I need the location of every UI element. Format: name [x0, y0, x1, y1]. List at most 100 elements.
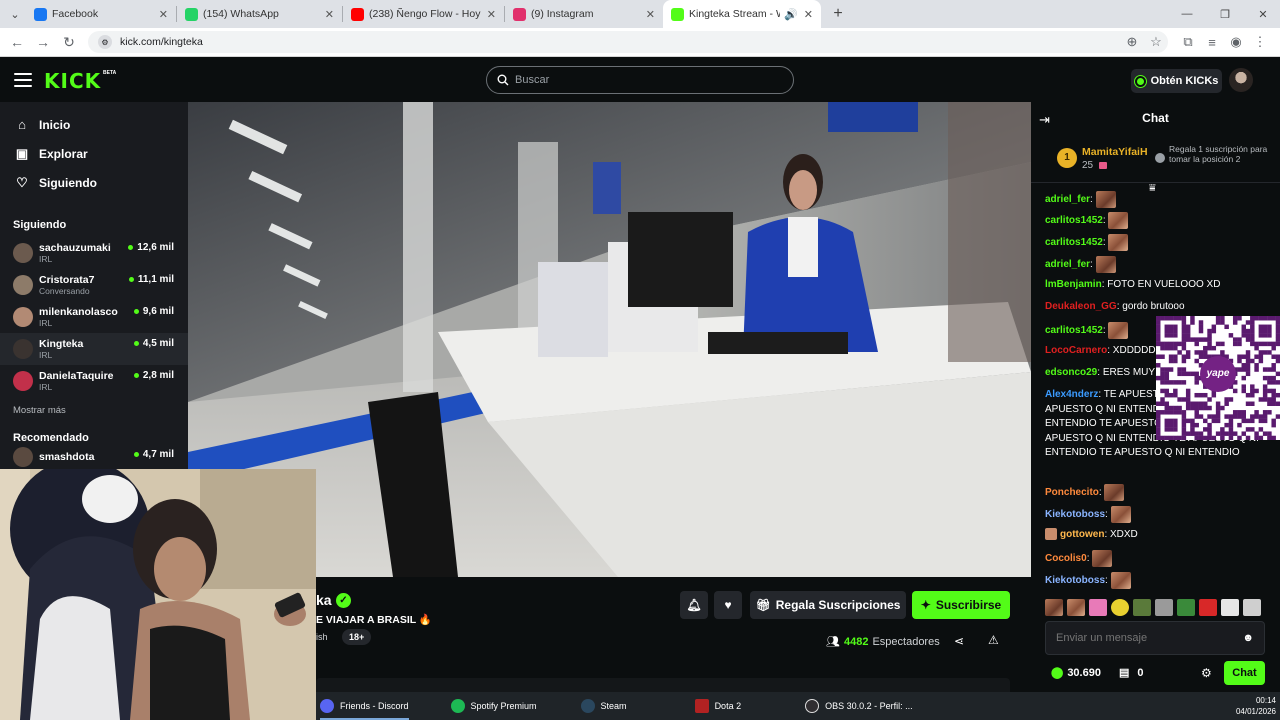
window-close-icon[interactable]: ✕	[1246, 3, 1280, 25]
maximize-icon[interactable]: ❐	[1208, 3, 1242, 25]
qr-module	[1232, 320, 1238, 325]
emote-button[interactable]	[1155, 599, 1173, 616]
report-icon[interactable]: ⚠	[988, 633, 999, 647]
forward-icon[interactable]: →	[30, 34, 56, 50]
emote-button[interactable]	[1133, 599, 1151, 616]
chat-input[interactable]	[1056, 632, 1243, 644]
site-info-icon[interactable]: ⚙	[98, 35, 112, 49]
emote-button[interactable]	[1089, 599, 1107, 616]
following-channel-selected[interactable]: Kingteka IRL 4,5 mil	[0, 333, 188, 365]
qr-module	[1211, 414, 1217, 419]
profile-icon[interactable]: ◉	[1224, 34, 1248, 50]
emote-button[interactable]	[1243, 599, 1261, 616]
chat-username[interactable]: gottowen	[1060, 529, 1104, 540]
emote-button[interactable]	[1067, 599, 1085, 616]
chat-username[interactable]: Alex4nderz	[1045, 389, 1098, 400]
gift-count[interactable]: ▤ 0	[1119, 666, 1144, 680]
channel-name-partial[interactable]: ka	[316, 592, 332, 608]
following-channel[interactable]: Cristorata7 Conversando 11,1 mil	[0, 269, 188, 301]
close-icon[interactable]: ✕	[487, 8, 496, 21]
following-channel[interactable]: DanielaTaquire IRL 2,8 mil	[0, 365, 188, 397]
category-tag[interactable]: ish	[316, 632, 328, 642]
close-icon[interactable]: ✕	[804, 8, 813, 21]
following-channel[interactable]: milenkanolasco IRL 9,6 mil	[0, 301, 188, 333]
chat-username[interactable]: LocoCarnero	[1045, 345, 1107, 356]
kick-logo[interactable]: KICK	[44, 69, 101, 93]
taskbar-item-discord[interactable]: Friends - Discord	[320, 692, 409, 720]
taskbar-item-obs[interactable]: OBS 30.0.2 - Perfil: ...	[805, 692, 913, 720]
emote-button[interactable]	[1177, 599, 1195, 616]
notification-bell-button[interactable]: 🔔︎	[680, 591, 708, 619]
chat-input-box[interactable]: ☻	[1045, 621, 1265, 655]
qr-module	[1190, 401, 1195, 406]
chat-username[interactable]: Deukaleon_GG	[1045, 301, 1117, 312]
get-kicks-button[interactable]: Obtén KICKs	[1131, 69, 1222, 93]
sidebar-item-explorar[interactable]: ▣ Explorar	[0, 139, 188, 168]
tab-instagram[interactable]: (9) Instagram ✕	[505, 0, 663, 28]
url-field[interactable]: ⚙ kick.com/kingteka ⊕ ☆	[88, 31, 1168, 53]
emoji-icon[interactable]: ☻	[1242, 632, 1254, 644]
chat-username[interactable]: edsonco29	[1045, 367, 1097, 378]
extensions-icon[interactable]: ⧉	[1176, 34, 1200, 50]
emote-button[interactable]	[1045, 599, 1063, 616]
chat-username[interactable]: adriel_fer	[1045, 259, 1090, 270]
qr-module	[1250, 320, 1255, 325]
tab-youtube[interactable]: (238) Ñengo Flow - Hoy ft. Bad ✕	[343, 0, 504, 28]
subscribe-button[interactable]: ✦ Suscribirse	[912, 591, 1010, 619]
chat-username[interactable]: carlitos1452	[1045, 237, 1103, 248]
tab-facebook[interactable]: Facebook ✕	[26, 0, 176, 28]
viewer-count: 4482	[843, 635, 869, 648]
age-tag[interactable]: 18+	[342, 629, 372, 645]
follow-button[interactable]: ♥	[714, 591, 742, 619]
chat-username[interactable]: Kiekotoboss	[1045, 575, 1105, 586]
emote-button[interactable]	[1199, 599, 1217, 616]
chat-username[interactable]: Cocolis0	[1045, 553, 1087, 564]
reload-icon[interactable]: ↻	[56, 34, 82, 51]
qr-module	[1232, 410, 1238, 415]
tab-search-icon[interactable]: ⌄	[4, 3, 26, 25]
search-box[interactable]	[486, 66, 794, 94]
close-icon[interactable]: ✕	[325, 8, 334, 21]
taskbar-item-steam[interactable]: Steam	[580, 692, 627, 720]
chat-username[interactable]: adriel_fer	[1045, 194, 1090, 205]
user-avatar[interactable]	[1229, 68, 1253, 92]
top-gifter-name[interactable]: MamitaYifaiH	[1082, 146, 1148, 158]
recommended-channel[interactable]: smashdota 4,7 mil	[0, 444, 188, 470]
kicks-balance[interactable]: ⬤ 30.690	[1051, 666, 1101, 680]
speaker-icon[interactable]: 🔊	[784, 8, 798, 21]
back-icon[interactable]: ←	[4, 34, 30, 50]
share-icon[interactable]: ⋖	[954, 634, 964, 648]
new-tab-icon[interactable]: +	[827, 3, 849, 25]
tab-kick-active[interactable]: Kingteka Stream - Watch Li 🔊 ✕	[663, 0, 821, 28]
tab-whatsapp[interactable]: (154) WhatsApp ✕	[177, 0, 342, 28]
zoom-icon[interactable]: ⊕	[1120, 34, 1144, 50]
show-more-link[interactable]: Mostrar más	[0, 405, 188, 416]
chat-username[interactable]: lmBenjamin	[1045, 279, 1102, 290]
sidebar-item-siguiendo[interactable]: ♡ Siguiendo	[0, 168, 188, 197]
viewers-label: Espectadores	[872, 635, 940, 648]
chat-send-button[interactable]: Chat	[1224, 661, 1265, 685]
gift-subs-button[interactable]: 🎁︎ Regala Suscripciones	[750, 591, 906, 619]
chat-username[interactable]: Ponchecito	[1045, 487, 1099, 498]
emote-button[interactable]	[1221, 599, 1239, 616]
chat-username[interactable]: Kiekotoboss	[1045, 509, 1105, 520]
hamburger-menu-icon[interactable]	[14, 73, 32, 87]
close-icon[interactable]: ✕	[646, 8, 655, 21]
following-channel[interactable]: sachauzumaki IRL 12,6 mil	[0, 237, 188, 269]
taskbar-clock[interactable]: 00:14 04/01/2026	[1236, 695, 1276, 717]
qr-module	[1168, 358, 1174, 364]
close-icon[interactable]: ✕	[159, 8, 168, 21]
media-icon[interactable]: ≡	[1200, 35, 1224, 50]
bookmark-star-icon[interactable]: ☆	[1144, 34, 1168, 50]
chat-username[interactable]: carlitos1452	[1045, 325, 1103, 336]
taskbar-item-spotify[interactable]: Spotify Premium	[450, 692, 537, 720]
minimize-icon[interactable]: —	[1170, 3, 1204, 25]
search-input[interactable]	[515, 74, 775, 86]
qr-module	[1258, 354, 1264, 359]
emote-button[interactable]	[1111, 599, 1129, 616]
sidebar-item-inicio[interactable]: ⌂ Inicio	[0, 110, 188, 139]
menu-icon[interactable]: ⋮	[1248, 34, 1272, 50]
chat-settings-icon[interactable]: ⚙	[1201, 666, 1212, 680]
taskbar-item-dota[interactable]: Dota 2	[694, 692, 741, 720]
chat-username[interactable]: carlitos1452	[1045, 215, 1103, 226]
